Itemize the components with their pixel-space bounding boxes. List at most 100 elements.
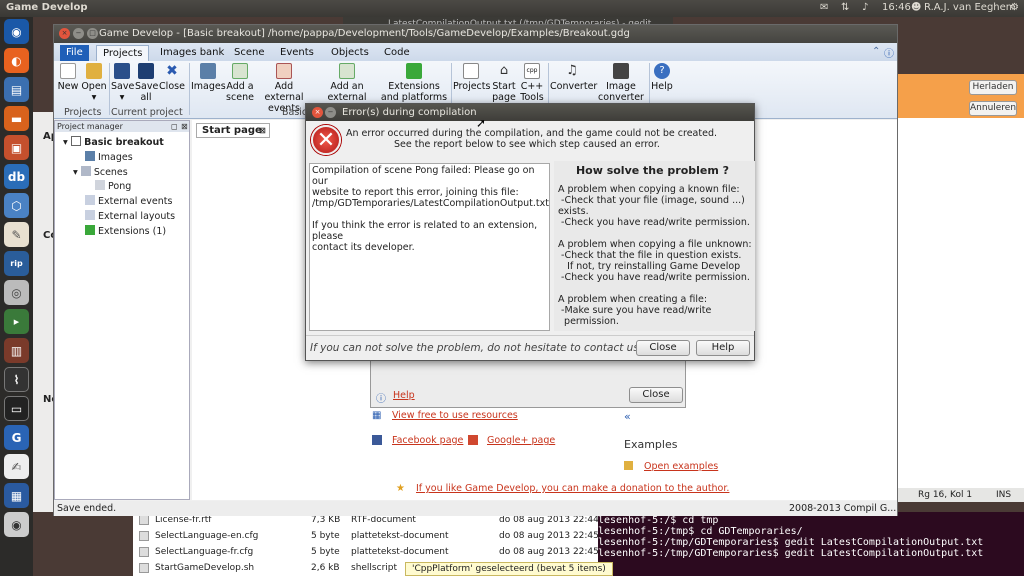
tab-images-bank[interactable]: Images bank bbox=[154, 45, 230, 61]
dialog-title: Error(s) during compilation bbox=[306, 104, 754, 121]
google-plus-link[interactable]: Google+ page bbox=[487, 435, 555, 446]
how-to-solve-panel: How solve the problem ? A problem when c… bbox=[554, 161, 755, 331]
minimize-icon[interactable]: − bbox=[73, 28, 84, 39]
error-help-button[interactable]: Help bbox=[696, 340, 750, 356]
terminal-icon[interactable]: ▭ bbox=[4, 396, 29, 421]
dialog-close-button[interactable]: Close bbox=[629, 387, 683, 403]
maximize-icon[interactable]: □ bbox=[87, 28, 98, 39]
files-icon[interactable]: ▤ bbox=[4, 77, 29, 102]
brush-icon[interactable]: ✎ bbox=[4, 222, 29, 247]
project-icon bbox=[71, 136, 82, 146]
new-button[interactable]: New bbox=[57, 61, 79, 92]
save-all-button[interactable]: Save all bbox=[135, 61, 158, 103]
books-icon[interactable]: ▥ bbox=[4, 338, 29, 363]
add-layout-icon bbox=[339, 63, 355, 79]
help-ribbon-button[interactable]: ? Help bbox=[651, 61, 673, 92]
cpp-tools-button[interactable]: cpp C++ Tools bbox=[519, 61, 545, 103]
game-develop-icon[interactable]: G bbox=[4, 425, 29, 450]
folder-icon bbox=[624, 461, 633, 470]
desktop-icon[interactable]: ▦ bbox=[4, 483, 29, 508]
converter-button[interactable]: ♫ Converter bbox=[550, 61, 598, 92]
user-icon[interactable]: ☻ bbox=[911, 2, 921, 13]
db-icon[interactable]: db bbox=[4, 164, 29, 189]
minimize-dialog-icon[interactable]: − bbox=[325, 107, 336, 118]
ubuntu-logo-icon[interactable]: ◉ bbox=[4, 19, 29, 44]
folder-icon[interactable]: ▬ bbox=[4, 106, 29, 131]
close-window-icon[interactable]: × bbox=[59, 28, 70, 39]
projects-button[interactable]: Projects bbox=[453, 61, 490, 92]
tree-item-pong[interactable]: Pong bbox=[95, 180, 131, 192]
start-page-button[interactable]: ⌂ Start page bbox=[490, 61, 518, 103]
ribbon-minimize-icon[interactable]: ⌃ bbox=[872, 46, 880, 57]
file-row[interactable]: SelectLanguage-fr.cfg 5 byte plattetekst-d… bbox=[133, 544, 613, 560]
tab-objects[interactable]: Objects bbox=[325, 45, 375, 61]
cancel-button[interactable]: Annuleren bbox=[969, 101, 1017, 116]
power-icon[interactable]: ⚙ bbox=[1010, 2, 1019, 13]
close-button[interactable]: ✖ Close bbox=[158, 61, 186, 92]
open-examples-link[interactable]: Open examples bbox=[644, 461, 718, 472]
tree-item-external-events[interactable]: External events bbox=[85, 195, 172, 207]
collapse-icon[interactable]: ▾ bbox=[73, 167, 78, 178]
add-scene-button[interactable]: Add a scene bbox=[224, 61, 256, 103]
disc-icon[interactable]: ◎ bbox=[4, 280, 29, 305]
file-row[interactable]: SelectLanguage-en.cfg 5 byte plattetekst-d… bbox=[133, 528, 613, 544]
tab-scene[interactable]: Scene bbox=[228, 45, 271, 61]
close-tab-icon[interactable]: ⊠ bbox=[259, 124, 266, 137]
ribbon-help-icon[interactable]: ⓘ bbox=[884, 45, 894, 60]
cpp-tools-label: C++ Tools bbox=[520, 81, 544, 103]
image-viewer-icon[interactable]: ▣ bbox=[4, 135, 29, 160]
terminal[interactable]: lesenhof-5:/$ cd tmp lesenhof-5:/tmp$ cd… bbox=[598, 512, 1024, 576]
top-panel: Game Develop ✉ ⇅ ♪ 16:46 ☻ R.A.J. van Ee… bbox=[0, 0, 1024, 17]
tab-projects[interactable]: Projects bbox=[96, 45, 150, 61]
how-to-title: How solve the problem ? bbox=[575, 164, 730, 177]
close-dialog-icon[interactable]: × bbox=[312, 107, 323, 118]
mail-icon[interactable]: ✉ bbox=[820, 2, 828, 13]
divider bbox=[109, 63, 110, 115]
tab-file[interactable]: File bbox=[60, 45, 89, 61]
free-resources-link[interactable]: View free to use resources bbox=[392, 410, 518, 421]
tab-start-page[interactable]: Start page ⊠ bbox=[196, 123, 270, 138]
user-name[interactable]: R.A.J. van Eeghem bbox=[924, 2, 1016, 13]
file-icon bbox=[139, 547, 149, 557]
gedit-editor-area[interactable] bbox=[896, 118, 1024, 488]
save-button[interactable]: Save ▾ bbox=[111, 61, 134, 103]
tab-code[interactable]: Code bbox=[378, 45, 416, 61]
disc-2-icon[interactable]: ◉ bbox=[4, 512, 29, 537]
project-manager: Project manager ◻ ⊠ ▾ Basic breakout Image… bbox=[54, 120, 190, 500]
open-button[interactable]: Open ▾ bbox=[81, 61, 107, 103]
extensions-button[interactable]: Extensions and platforms bbox=[380, 61, 448, 103]
collapse-icon[interactable]: ▾ bbox=[63, 137, 68, 148]
virtualbox-icon[interactable]: ⬡ bbox=[4, 193, 29, 218]
images-button[interactable]: Images bbox=[191, 61, 226, 92]
collapse-arrow[interactable]: « bbox=[624, 410, 631, 423]
firefox-icon[interactable]: ◐ bbox=[4, 48, 29, 73]
divider bbox=[189, 63, 190, 115]
gedit-icon[interactable]: ✍ bbox=[4, 454, 29, 479]
file-date: do 08 aug 2013 22:44:56 bbox=[499, 515, 614, 525]
network-icon[interactable]: ⇅ bbox=[841, 2, 849, 13]
float-icon[interactable]: ◻ bbox=[171, 121, 178, 132]
converter-label: Converter bbox=[550, 81, 598, 92]
donate-link[interactable]: If you like Game Develop, you can make a… bbox=[416, 483, 729, 494]
reload-button[interactable]: Herladen bbox=[969, 80, 1017, 95]
facebook-link[interactable]: Facebook page bbox=[392, 435, 463, 446]
tree-item-root[interactable]: ▾ Basic breakout bbox=[63, 136, 164, 148]
tree-item-external-layouts[interactable]: External layouts bbox=[85, 210, 175, 222]
tree-item-extensions[interactable]: Extensions (1) bbox=[85, 225, 166, 237]
tree-item-scenes[interactable]: ▾ Scenes bbox=[73, 166, 128, 178]
error-report-text[interactable]: Compilation of scene Pong failed: Please… bbox=[309, 163, 550, 331]
rip-icon[interactable]: rip bbox=[4, 251, 29, 276]
system-monitor-icon[interactable]: ⌇ bbox=[4, 367, 29, 392]
tab-events[interactable]: Events bbox=[274, 45, 320, 61]
tree-item-images[interactable]: Images bbox=[85, 151, 133, 163]
tree-label: Images bbox=[98, 152, 133, 163]
cpp-icon: cpp bbox=[524, 63, 540, 79]
close-pane-icon[interactable]: ⊠ bbox=[181, 121, 188, 132]
clock[interactable]: 16:46 bbox=[882, 2, 911, 13]
file-name: SelectLanguage-fr.cfg bbox=[155, 547, 254, 557]
vlc-icon[interactable]: ▶ bbox=[4, 309, 29, 334]
add-scene-icon bbox=[232, 63, 248, 79]
volume-icon[interactable]: ♪ bbox=[862, 2, 868, 13]
error-close-button[interactable]: Close bbox=[636, 340, 690, 356]
help-link[interactable]: Help bbox=[393, 390, 415, 401]
